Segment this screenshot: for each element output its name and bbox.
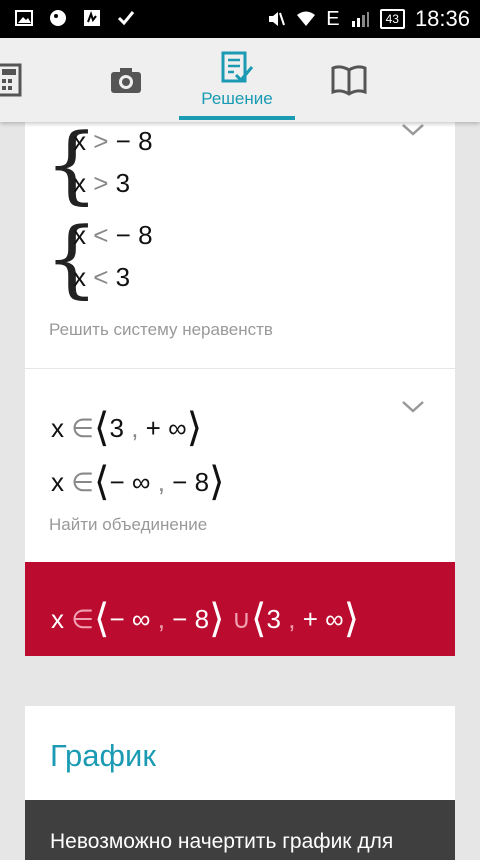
book-icon <box>331 65 367 96</box>
inequality: x < − 8 <box>73 220 153 250</box>
fitness-icon <box>84 10 100 26</box>
image-icon <box>15 10 33 26</box>
inequality: x > − 8 <box>73 126 153 156</box>
chevron-down-icon[interactable] <box>400 399 426 415</box>
inequality: x > 3 <box>73 168 131 198</box>
signal-icon <box>351 12 369 27</box>
graph-message: Невозможно начертить график для <box>50 830 394 853</box>
graph-message-box: Невозможно начертить график для <box>25 800 455 860</box>
solution-icon <box>221 51 254 83</box>
inequality: x < 3 <box>73 262 131 292</box>
interval-line: x ∈⟨− ∞ , − 8⟩ <box>51 459 225 505</box>
step-caption: Решить систему неравенств <box>49 320 273 339</box>
chevron-down-icon[interactable] <box>400 122 426 138</box>
mute-icon <box>269 12 286 26</box>
check-icon <box>117 11 135 26</box>
calculator-icon <box>0 63 22 97</box>
tab-book[interactable] <box>328 38 370 122</box>
tab-bar: Решение <box>0 38 480 122</box>
network-type: E <box>326 7 340 30</box>
status-bar: E 43 18:36 <box>0 0 480 38</box>
clock: 18:36 <box>414 6 470 31</box>
app-icon <box>50 10 66 26</box>
camera-icon <box>111 68 141 93</box>
final-answer: x ∈⟨− ∞ , − 8⟩ ∪⟨3 , + ∞⟩ <box>25 562 455 656</box>
tab-calculator[interactable] <box>0 38 26 122</box>
step-caption: Найти объединение <box>49 515 208 534</box>
answer-expression: x ∈⟨− ∞ , − 8⟩ ∪⟨3 , + ∞⟩ <box>51 596 360 642</box>
active-tab-indicator <box>179 116 295 120</box>
step-card-1[interactable]: { x > − 8 x > 3 { x < − 8 x < 3 Решить с… <box>25 110 455 368</box>
tab-solution-label: Решение <box>201 89 273 108</box>
tab-solution[interactable]: Решение <box>187 38 287 122</box>
graph-title: График <box>50 738 156 773</box>
wifi-icon <box>297 11 316 26</box>
interval-line: x ∈⟨3 , + ∞⟩ <box>51 405 203 451</box>
battery-level: 43 <box>379 9 405 29</box>
tab-camera[interactable] <box>106 38 146 122</box>
step-card-2[interactable]: x ∈⟨3 , + ∞⟩ x ∈⟨− ∞ , − 8⟩ Найти объеди… <box>25 369 455 562</box>
